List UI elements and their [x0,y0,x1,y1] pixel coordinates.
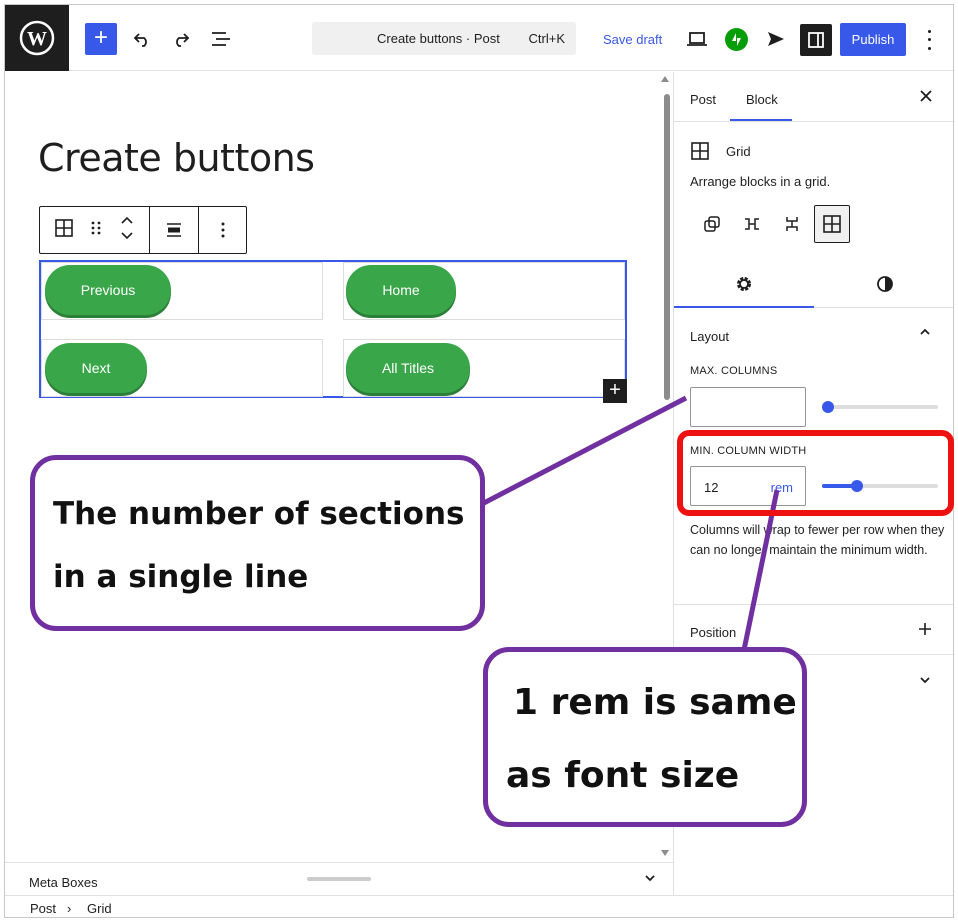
document-overview-icon[interactable] [207,25,235,53]
save-draft-button[interactable]: Save draft [603,32,662,47]
block-description: Arrange blocks in a grid. [690,174,831,189]
meta-boxes-bar[interactable]: Meta Boxes [5,862,673,895]
group-variation-icon[interactable] [694,205,730,243]
chevron-down-icon[interactable] [643,871,657,888]
grid-block-icon [690,141,710,166]
chevron-down-icon[interactable] [918,673,932,692]
post-title[interactable]: Create buttons [38,136,315,180]
justify-icon[interactable] [150,207,199,253]
active-subtab-indicator [674,306,814,308]
resize-handle[interactable] [307,877,371,881]
wordpress-logo-icon[interactable]: W [5,5,69,71]
breadcrumb-grid[interactable]: Grid [87,901,112,916]
callout-rem: 1 rem is same as font size [483,647,807,827]
max-columns-slider-thumb[interactable] [822,401,834,413]
grid-block-icon[interactable] [54,218,74,243]
send-icon[interactable] [762,25,790,53]
layout-panel-title[interactable]: Layout [690,329,729,344]
settings-gear-icon[interactable] [674,260,814,308]
options-menu-icon[interactable] [921,27,937,53]
top-toolbar: W + Create buttons · Post Ctrl+K Save dr… [5,5,953,71]
callout-columns: The number of sections in a single line [30,455,485,631]
breadcrumb-separator: › [67,901,72,916]
min-width-help-text: Columns will wrap to fewer per row when … [690,523,945,557]
position-panel-title[interactable]: Position [690,625,736,640]
scroll-down-icon[interactable] [661,850,669,856]
styles-contrast-icon[interactable] [815,260,953,308]
undo-icon[interactable] [128,25,156,53]
jetpack-icon[interactable] [725,28,748,51]
breadcrumb-post[interactable]: Post [30,901,56,916]
command-shortcut: Ctrl+K [528,31,565,46]
chevron-up-icon[interactable] [918,325,932,344]
grid-cell[interactable]: Next [41,339,323,397]
block-card: Grid Arrange blocks in a grid. [674,123,953,255]
tab-post[interactable]: Post [690,92,716,107]
block-name: Grid [726,144,751,159]
tab-block[interactable]: Block [746,92,778,107]
grid-cell[interactable]: All Titles [343,339,625,397]
callout-rem-line-1: 1 rem is same [513,682,797,723]
settings-sidebar-toggle[interactable] [800,24,832,56]
callout-columns-line-2: in a single line [53,559,309,595]
svg-text:W: W [27,28,47,50]
min-width-highlight-box [677,430,954,516]
button-all-titles[interactable]: All Titles [346,343,470,393]
max-columns-slider[interactable] [822,401,938,413]
grid-cell[interactable]: Previous [41,262,323,320]
button-next[interactable]: Next [45,343,147,393]
grid-cell[interactable]: Home [343,262,625,320]
row-variation-icon[interactable] [734,205,770,243]
block-options-icon[interactable] [199,207,246,253]
plus-icon[interactable] [918,619,932,642]
scrollbar-thumb[interactable] [664,94,670,400]
button-previous[interactable]: Previous [45,265,171,315]
command-title: Create buttons · Post [377,31,500,46]
grid-block[interactable]: Previous Home Next All Titles [39,260,627,398]
block-variations [694,205,850,243]
stack-variation-icon[interactable] [774,205,810,243]
redo-icon[interactable] [167,25,195,53]
block-toolbar [39,206,247,254]
block-appender-button[interactable]: + [603,379,627,403]
scroll-up-icon[interactable] [661,76,669,82]
max-columns-input[interactable] [690,387,806,427]
callout-columns-line-1: The number of sections [53,496,465,532]
grid-variation-icon[interactable] [814,205,850,243]
callout-rem-line-2: as font size [506,755,740,796]
button-home[interactable]: Home [346,265,456,315]
move-up-down-icon[interactable] [119,215,135,246]
block-inserter-button[interactable]: + [85,23,117,55]
breadcrumb: Post › Grid [5,895,953,917]
drag-handle-icon[interactable] [90,219,102,242]
settings-styles-tabs [674,260,953,308]
command-palette[interactable]: Create buttons · Post Ctrl+K [312,22,576,55]
sidebar-tabs: Post Block [674,72,953,122]
active-tab-indicator [730,119,792,121]
block-parent-controls [40,207,150,253]
max-columns-label: Max. Columns [690,365,778,377]
publish-button[interactable]: Publish [840,23,906,56]
preview-desktop-icon[interactable] [683,25,711,53]
close-icon[interactable] [919,87,933,108]
meta-boxes-label: Meta Boxes [29,875,98,890]
